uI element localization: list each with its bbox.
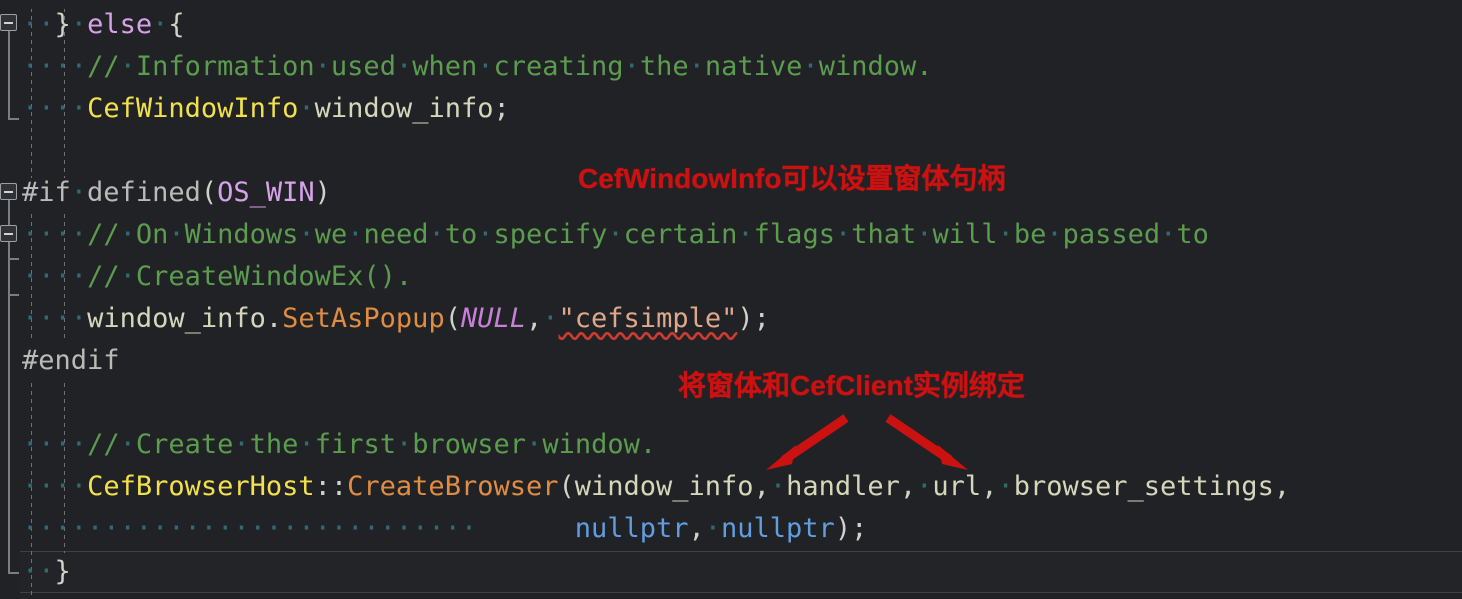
code-line[interactable]: ··}·else·{ xyxy=(0,4,185,46)
fold-marker-collapse[interactable] xyxy=(0,14,17,31)
code-line[interactable]: #if·defined(OS_WIN) xyxy=(0,172,331,214)
arrow-to-handler xyxy=(885,414,968,470)
fold-rail-foot xyxy=(8,572,19,574)
viewport-top-clip xyxy=(0,0,1462,9)
code-line[interactable]: ····//·CreateWindowEx(). xyxy=(0,256,412,298)
code-content[interactable]: ··}·else·{ ····//·Information·used·when·… xyxy=(0,0,1462,599)
arrow-to-window-info xyxy=(766,414,849,470)
annotation-cefclient-binding: 将窗体和CefClient实例绑定 xyxy=(678,370,1025,401)
code-line[interactable]: ····CefWindowInfo·window_info; xyxy=(0,88,510,130)
fold-gutter[interactable] xyxy=(0,0,20,599)
annotation-cefwindowinfo: CefWindowInfo可以设置窗体句柄 xyxy=(578,163,1006,194)
fold-rail xyxy=(8,22,10,118)
fold-marker-collapse[interactable] xyxy=(0,225,17,242)
code-line[interactable]: ····//·On·Windows·we·need·to·specify·cer… xyxy=(0,214,1209,256)
fold-marker-collapse[interactable] xyxy=(0,183,17,200)
fold-rail-foot xyxy=(8,118,19,120)
code-line[interactable]: ····window_info.SetAsPopup(NULL,·"cefsim… xyxy=(0,298,770,340)
code-line[interactable]: ···························· nullptr,·nu… xyxy=(0,508,867,550)
fold-rail-foot xyxy=(8,294,19,296)
code-line[interactable]: ····//·Create·the·first·browser·window. xyxy=(0,424,656,466)
code-line[interactable]: ····//·Information·used·when·creating·th… xyxy=(0,46,932,88)
code-line[interactable]: ····CefBrowserHost::CreateBrowser(window… xyxy=(0,466,1290,508)
code-editor-screenshot: ··}·else·{ ····//·Information·used·when·… xyxy=(0,0,1462,599)
fold-rail xyxy=(8,258,10,294)
